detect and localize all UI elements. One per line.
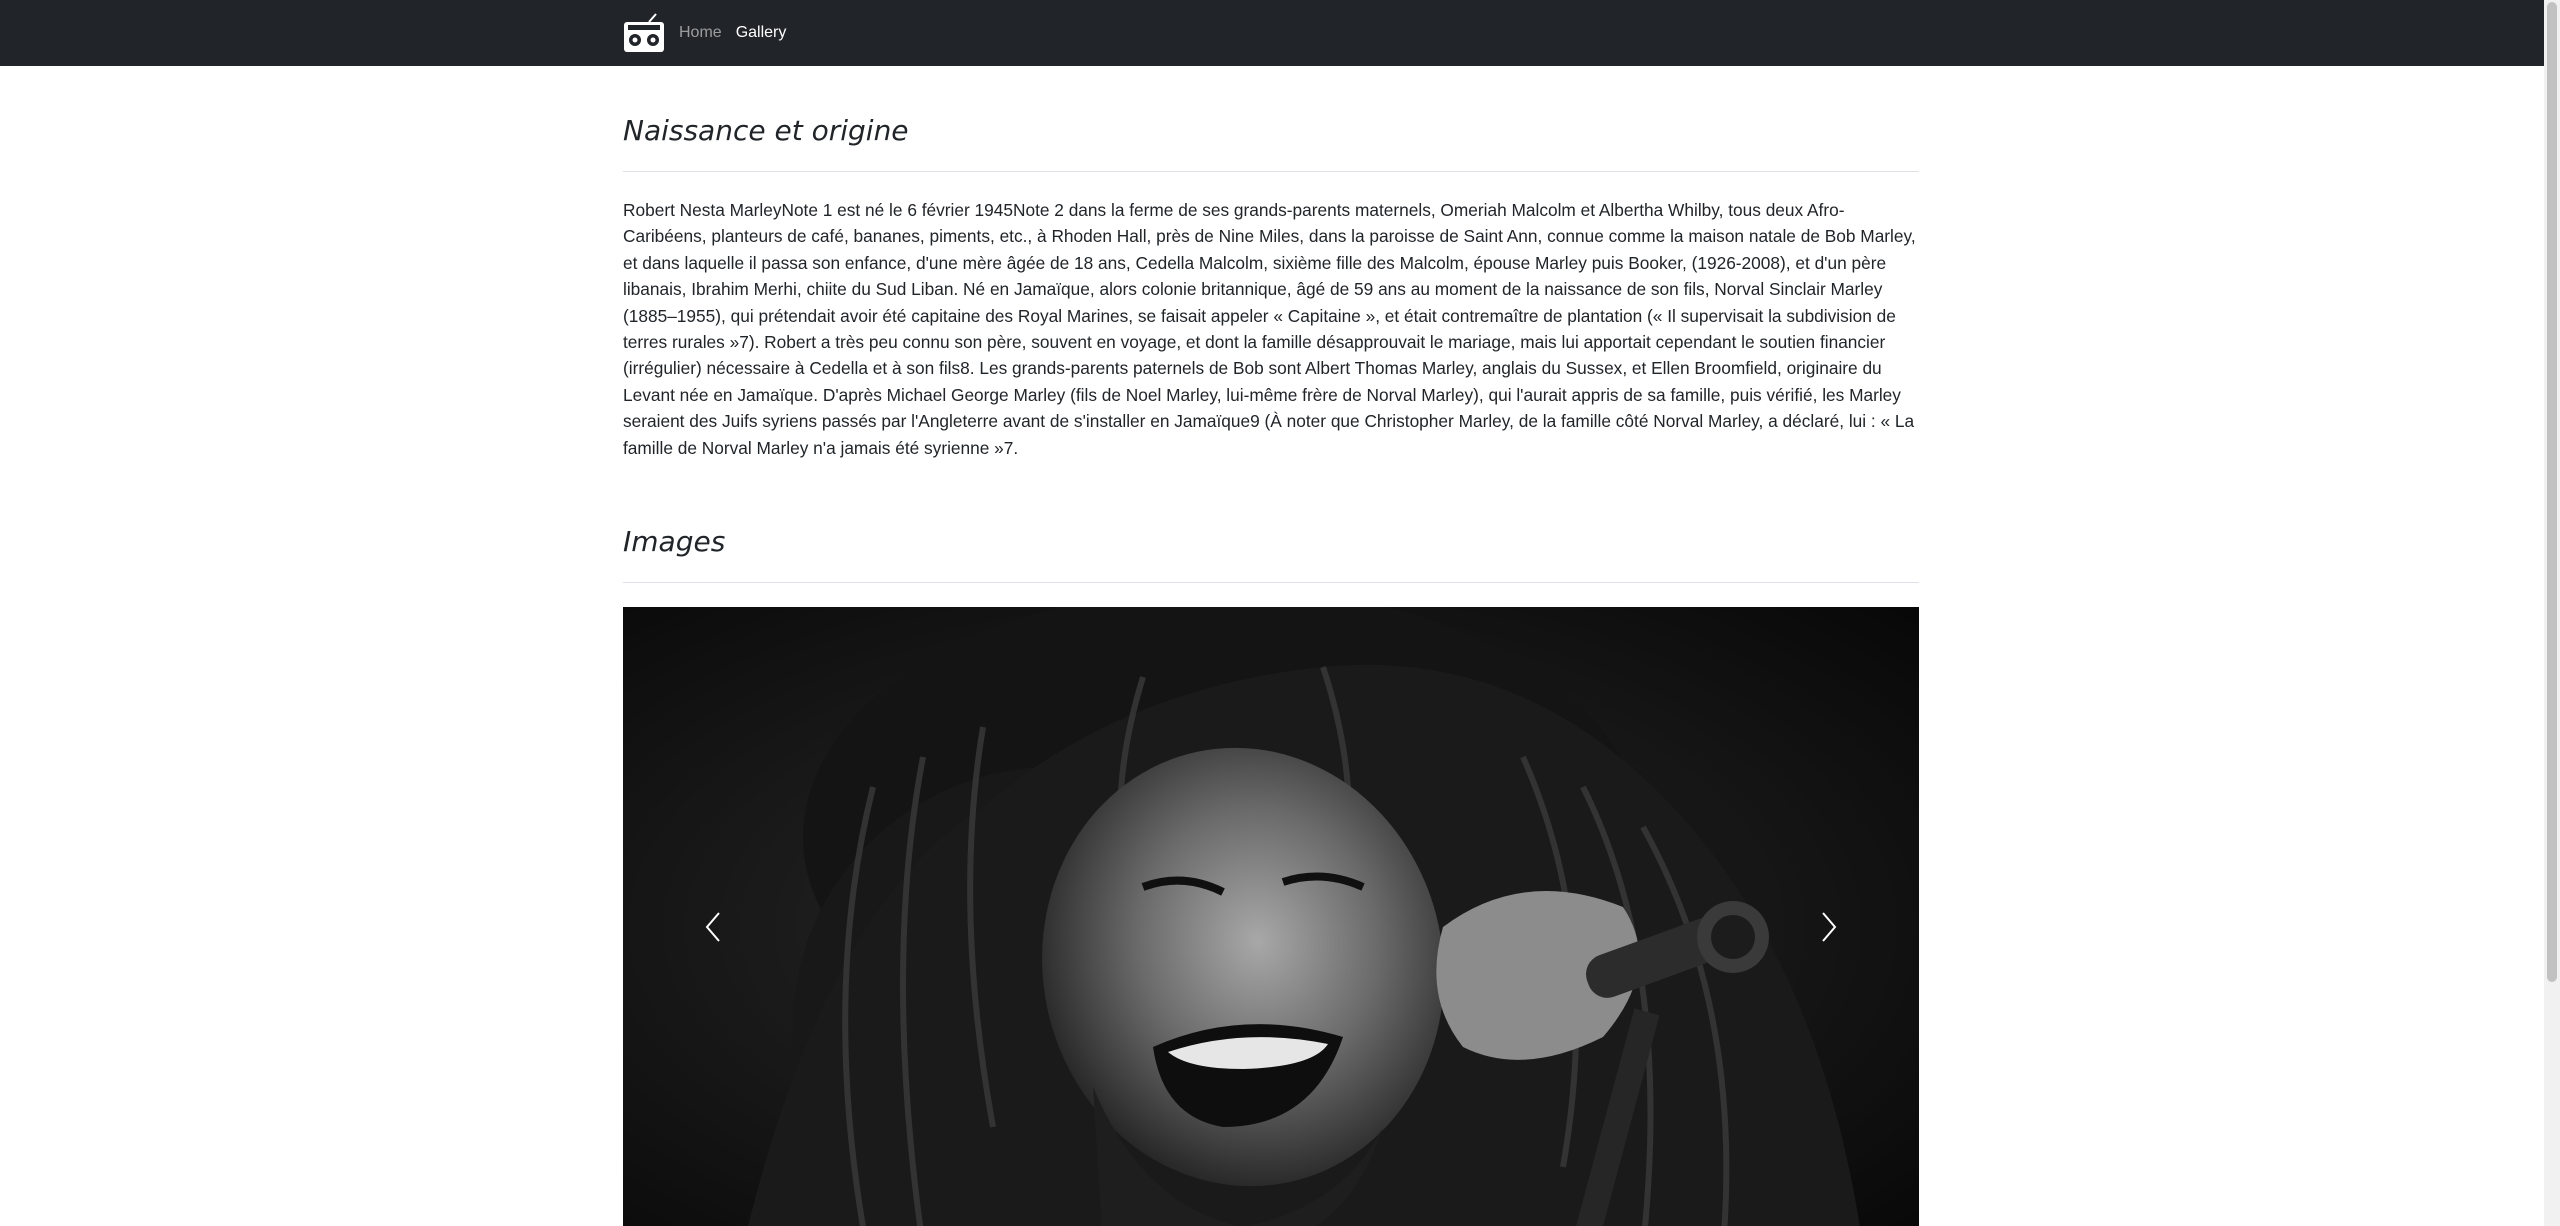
nav-link-gallery[interactable]: Gallery — [736, 24, 787, 42]
carousel-next-button[interactable] — [1739, 607, 1919, 1226]
section-title-images: Images — [623, 525, 726, 558]
radio-icon[interactable] — [623, 13, 665, 53]
nav-link-home[interactable]: Home — [679, 24, 722, 42]
divider — [623, 582, 1919, 583]
divider — [623, 171, 1919, 172]
biography-paragraph: Robert Nesta MarleyNote 1 est né le 6 fé… — [623, 200, 1916, 458]
navbar-content: Home Gallery — [623, 0, 800, 66]
chevron-right-icon — [1822, 912, 1837, 942]
vertical-scrollbar[interactable] — [2544, 0, 2560, 1226]
section-title-origin: Naissance et origine — [623, 114, 909, 147]
image-carousel[interactable] — [623, 607, 1919, 1226]
navbar: Home Gallery — [0, 0, 2544, 66]
carousel-photo — [623, 607, 1919, 1226]
chevron-left-icon — [705, 912, 720, 942]
page: Home Gallery Naissance et origine Robert… — [0, 0, 2544, 1226]
scrollbar-thumb[interactable] — [2547, 2, 2557, 982]
carousel-prev-button[interactable] — [623, 607, 803, 1226]
